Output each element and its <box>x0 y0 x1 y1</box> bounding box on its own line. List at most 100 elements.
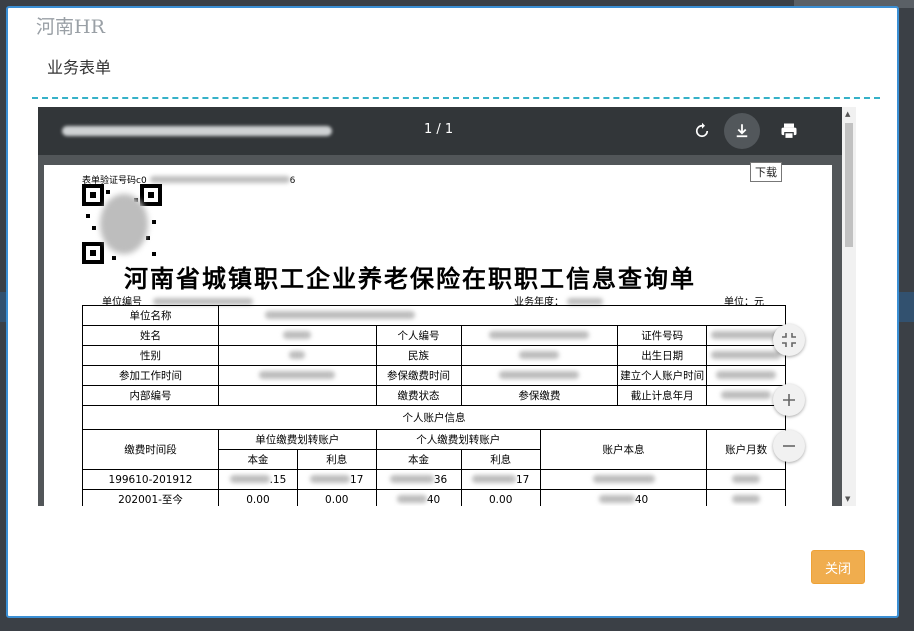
redacted-value <box>472 474 516 483</box>
unit-principal-header: 本金 <box>218 449 298 470</box>
person-no-value <box>460 325 619 346</box>
viewer-scrollbar[interactable]: ▲ ▼ <box>842 107 856 506</box>
modal-subtitle: 业务表单 <box>47 58 112 77</box>
unit-code-redacted <box>153 298 254 305</box>
row1-personal-interest: 17 <box>460 469 541 490</box>
redacted-value <box>732 474 761 483</box>
download-tooltip: 下载 <box>750 162 782 182</box>
redacted-value <box>519 350 560 359</box>
value-tail: 40 <box>426 493 441 506</box>
redacted-value <box>716 370 777 379</box>
dashed-divider <box>32 97 880 99</box>
pay-status-value: 参保缴费 <box>460 385 619 406</box>
value-tail: 17 <box>516 473 530 486</box>
row1-unit-interest: 17 <box>296 469 377 490</box>
unit-transfer-header: 单位缴费划转账户 <box>218 429 377 450</box>
id-no-label: 证件号码 <box>617 325 708 346</box>
close-button[interactable]: 关闭 <box>811 550 865 584</box>
redacted-value <box>732 494 761 503</box>
row2-balance: 40 <box>539 489 708 506</box>
redacted-value <box>592 474 655 483</box>
document-title: 河南省城镇职工企业养老保险在职职工信息查询单 <box>124 265 696 293</box>
page-indicator: 1 / 1 <box>424 122 454 137</box>
table-row: 性别 民族 出生日期 <box>82 345 786 366</box>
internal-no-value <box>218 385 377 406</box>
row1-unit-principal: .15 <box>218 469 298 490</box>
scroll-down-icon[interactable]: ▼ <box>845 495 850 503</box>
zoom-in-icon[interactable] <box>773 384 805 416</box>
name-value <box>218 325 377 346</box>
pdf-viewer: 1 / 1 表单验证号码c0 6 河南省城镇职工企业养老保险在职职工信息查询单 … <box>38 107 842 506</box>
row2-personal-principal: 40 <box>375 489 462 506</box>
value-tail: 17 <box>350 473 364 486</box>
row2-months <box>706 489 786 506</box>
rotate-icon[interactable] <box>684 113 720 149</box>
name-label: 姓名 <box>82 325 219 346</box>
personal-transfer-header: 个人缴费划转账户 <box>375 429 541 450</box>
redacted-value <box>489 330 590 339</box>
period-header: 缴费时间段 <box>82 429 219 470</box>
table-row: 单位名称 <box>82 305 786 326</box>
redacted-value <box>396 494 427 503</box>
account-start-label: 建立个人账户时间 <box>617 365 708 386</box>
redacted-value <box>265 310 415 319</box>
row2-unit-principal: 0.00 <box>218 489 298 506</box>
row2-unit-interest: 0.00 <box>296 489 377 506</box>
file-name-redacted <box>62 126 332 136</box>
account-section-title: 个人账户信息 <box>82 405 786 430</box>
row1-balance <box>539 469 708 490</box>
fit-page-icon[interactable] <box>773 324 805 356</box>
insured-start-value <box>460 365 619 386</box>
scroll-thumb[interactable] <box>845 123 853 247</box>
row1-period: 199610-201912 <box>82 469 219 490</box>
business-year-redacted <box>567 298 604 305</box>
redacted-value <box>711 350 782 359</box>
redacted-value <box>283 330 312 339</box>
balance-header: 账户本息 <box>539 429 708 470</box>
redacted-value <box>721 390 772 399</box>
table-row: 姓名 个人编号 证件号码 <box>82 325 786 346</box>
personal-principal-header: 本金 <box>375 449 462 470</box>
redacted-value <box>711 330 782 339</box>
value-tail: 40 <box>634 493 649 506</box>
row2-personal-interest: 0.00 <box>460 489 541 506</box>
gender-label: 性别 <box>82 345 219 366</box>
scroll-up-icon[interactable]: ▲ <box>845 110 850 118</box>
personal-interest-header: 利息 <box>460 449 541 470</box>
redacted-value <box>259 370 336 379</box>
redacted-value <box>389 474 434 483</box>
table-row: 202001-至今 0.00 0.00 40 0.00 40 <box>82 489 786 506</box>
row2-period: 202001-至今 <box>82 489 219 506</box>
ethnicity-value <box>460 345 619 366</box>
work-start-value <box>218 365 377 386</box>
pdf-page: 表单验证号码c0 6 河南省城镇职工企业养老保险在职职工信息查询单 单位编号 业… <box>44 165 832 506</box>
brand-title: 河南HR <box>36 16 105 38</box>
zoom-out-icon[interactable] <box>773 430 805 462</box>
table-row: 参加工作时间 参保缴费时间 建立个人账户时间 <box>82 365 786 386</box>
redacted-value <box>310 474 351 483</box>
birth-label: 出生日期 <box>617 345 708 366</box>
internal-no-label: 内部编号 <box>82 385 219 406</box>
table-row: 缴费时间段 单位缴费划转账户 个人缴费划转账户 账户本息 账户月数 <box>82 429 786 470</box>
unit-interest-header: 利息 <box>296 449 377 470</box>
download-icon[interactable] <box>724 113 760 149</box>
table-row: 个人账户信息 <box>82 405 786 430</box>
table-row: 199610-201912 .15 17 36 17 <box>82 469 786 490</box>
redacted-value <box>598 494 635 503</box>
cutoff-label: 截止计息年月 <box>617 385 708 406</box>
redacted-value <box>499 370 580 379</box>
unit-name-value <box>218 305 786 326</box>
verify-code-redacted <box>149 176 290 183</box>
redacted-value <box>289 350 306 359</box>
pay-status-label: 缴费状态 <box>375 385 462 406</box>
insured-start-label: 参保缴费时间 <box>375 365 462 386</box>
row1-months <box>706 469 786 490</box>
person-no-label: 个人编号 <box>375 325 462 346</box>
ethnicity-label: 民族 <box>375 345 462 366</box>
pdf-toolbar: 1 / 1 <box>38 107 842 155</box>
table-row: 内部编号 缴费状态 参保缴费 截止计息年月 <box>82 385 786 406</box>
work-start-label: 参加工作时间 <box>82 365 219 386</box>
unit-name-label: 单位名称 <box>82 305 219 326</box>
print-icon[interactable] <box>771 113 807 149</box>
birth-value <box>706 345 786 366</box>
